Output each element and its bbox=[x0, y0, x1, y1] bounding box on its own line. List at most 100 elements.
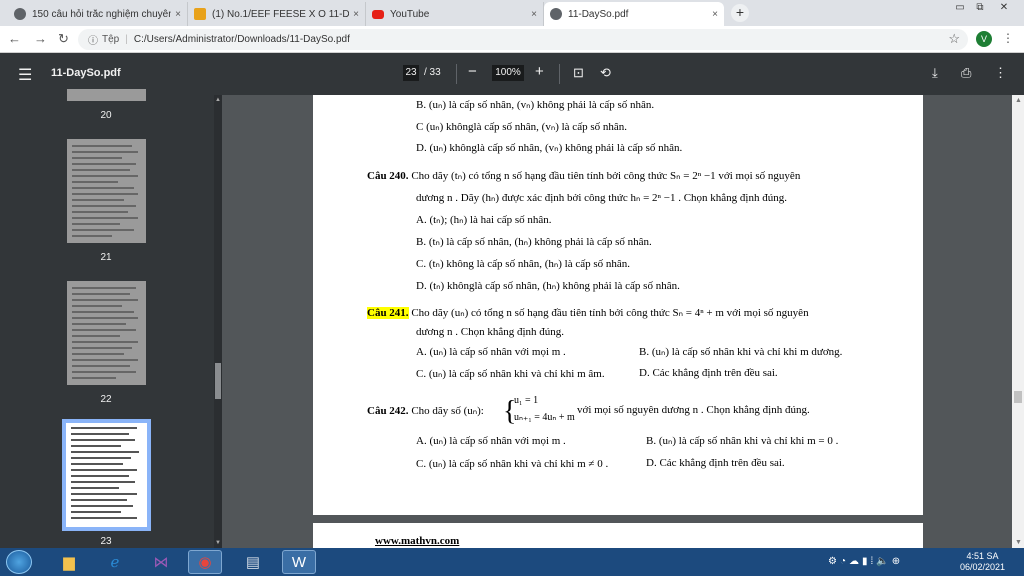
pdf-file-name: 11-DaySo.pdf bbox=[51, 67, 121, 79]
app-window-icon[interactable]: ▤ bbox=[236, 550, 270, 574]
document-scroll-thumb[interactable] bbox=[1014, 391, 1022, 403]
chrome-icon[interactable]: ◉ bbox=[188, 550, 222, 574]
tab-title: 11-DaySo.pdf bbox=[568, 8, 629, 20]
close-tab-icon[interactable]: × bbox=[353, 9, 359, 20]
thumbnail-page-23[interactable] bbox=[62, 419, 151, 531]
taskbar-clock[interactable]: 4:51 SA 06/02/2021 bbox=[960, 551, 1005, 573]
question-text-cont: với mọi số nguyên dương n . Chọn khẳng đ… bbox=[577, 404, 810, 416]
close-window-button[interactable]: ✕ bbox=[992, 0, 1016, 16]
hamburger-menu-icon[interactable]: ☰ bbox=[18, 65, 32, 85]
browser-toolbar: ← → ↻ ⓘ Tệp | C:/Users/Administrator/Dow… bbox=[0, 26, 1024, 53]
reload-icon[interactable]: ↻ bbox=[58, 31, 69, 47]
tab-title: YouTube bbox=[390, 8, 430, 20]
word-icon[interactable]: W bbox=[282, 550, 316, 574]
option-line: B. (uₙ) là cấp số nhân, (vₙ) không phải … bbox=[416, 99, 655, 111]
address-bar[interactable]: ⓘ Tệp | C:/Users/Administrator/Downloads… bbox=[78, 29, 968, 50]
sidebar-scrollbar[interactable]: ▲ ▼ bbox=[214, 95, 222, 548]
pdf-page bbox=[313, 95, 923, 515]
option-d: D. Các khẳng định trên đều sai. bbox=[639, 367, 778, 379]
divider bbox=[559, 64, 560, 84]
question-240: Câu 240. Cho dãy (tₙ) có tổng n số hạng … bbox=[367, 169, 800, 182]
fit-to-page-icon[interactable]: ⊡ bbox=[573, 65, 584, 81]
tab-title: (1) No.1/EEF FEESE X O 11-DaySo bbox=[212, 8, 350, 20]
scroll-up-icon[interactable]: ▲ bbox=[215, 97, 221, 103]
thumbnail-label: 22 bbox=[100, 394, 112, 405]
download-icon[interactable]: ⤓ bbox=[932, 65, 938, 81]
info-icon[interactable]: ⓘ bbox=[88, 32, 98, 47]
clock-date: 06/02/2021 bbox=[960, 562, 1006, 572]
tab-strip: 150 câu hỏi trắc nghiệm chuyên × (1) No.… bbox=[0, 0, 1024, 26]
forward-arrow-icon[interactable]: → bbox=[34, 31, 47, 46]
thumbnail-page-20[interactable] bbox=[67, 89, 146, 101]
option-b: B. (uₙ) là cấp số nhân khi và chỉ khi m … bbox=[639, 346, 843, 358]
tab-title: 150 câu hỏi trắc nghiệm chuyên bbox=[32, 8, 172, 20]
globe-icon bbox=[550, 8, 562, 20]
start-button[interactable] bbox=[6, 550, 32, 574]
thumbnail-page-22[interactable] bbox=[67, 281, 146, 385]
print-icon[interactable]: ⎙ bbox=[961, 65, 971, 81]
option-a: A. (uₙ) là cấp số nhân với mọi m . bbox=[416, 435, 566, 447]
option-b: B. (tₙ) là cấp số nhân, (hₙ) không phải … bbox=[416, 236, 652, 248]
tab-pdf[interactable]: 11-DaySo.pdf × bbox=[544, 2, 724, 26]
site-favicon-icon bbox=[194, 8, 206, 20]
thumbnail-label: 23 bbox=[100, 536, 112, 547]
system-line-1: u₁ = 1 bbox=[514, 395, 539, 406]
option-d: D. Các khẳng định trên đều sai. bbox=[646, 457, 785, 469]
address-divider: | bbox=[125, 34, 128, 45]
option-a: A. (uₙ) là cấp số nhân với mọi m . bbox=[416, 346, 566, 358]
option-c: C. (uₙ) là cấp số nhân khi và chỉ khi m … bbox=[416, 368, 605, 380]
question-242: Câu 242. Cho dãy số (uₙ): bbox=[367, 404, 484, 417]
visual-studio-icon[interactable]: ⋈ bbox=[144, 550, 178, 574]
question-text: Cho dãy (tₙ) có tổng n số hạng đầu tiên … bbox=[411, 170, 801, 182]
profile-avatar[interactable]: V bbox=[976, 31, 992, 47]
close-tab-icon[interactable]: × bbox=[531, 9, 537, 20]
back-arrow-icon[interactable]: ← bbox=[8, 31, 21, 46]
close-tab-icon[interactable]: × bbox=[175, 9, 181, 20]
tab-hoc24[interactable]: (1) No.1/EEF FEESE X O 11-DaySo × bbox=[188, 2, 366, 26]
question-text-cont: dương n . Dãy (hₙ) được xác định bởi côn… bbox=[416, 192, 787, 204]
question-text: Cho dãy (uₙ) có tổng n số hạng đầu tiên … bbox=[411, 307, 809, 319]
option-a: A. (tₙ); (hₙ) là hai cấp số nhân. bbox=[416, 214, 552, 226]
question-text: Cho dãy số (uₙ): bbox=[411, 405, 484, 417]
system-tray[interactable]: ⚙◔☁▮⁞🔈⊕ bbox=[828, 556, 903, 567]
document-scrollbar[interactable]: ▲ ▼ bbox=[1012, 95, 1024, 548]
thumbnail-sidebar: 20 21 22 23 bbox=[0, 89, 222, 548]
thumbnail-label: 21 bbox=[100, 252, 112, 263]
rotate-icon[interactable]: ⟲ bbox=[600, 65, 611, 81]
restore-button[interactable]: ⧉ bbox=[970, 0, 990, 16]
option-c: C. (uₙ) là cấp số nhân khi và chỉ khi m … bbox=[416, 458, 609, 470]
option-c: C. (tₙ) không là cấp số nhân, (hₙ) là cấ… bbox=[416, 258, 631, 270]
windows-taskbar: ▆ ℯ ⋈ ◉ ▤ W ⚙◔☁▮⁞🔈⊕ 4:51 SA 06/02/2021 bbox=[0, 548, 1024, 576]
file-explorer-icon[interactable]: ▆ bbox=[52, 550, 86, 574]
scroll-up-icon[interactable]: ▲ bbox=[1015, 97, 1022, 104]
scroll-down-icon[interactable]: ▼ bbox=[1015, 539, 1022, 546]
bookmark-star-icon[interactable]: ☆ bbox=[948, 31, 960, 47]
minimize-button[interactable]: ▭ bbox=[950, 0, 970, 16]
zoom-out-icon[interactable]: − bbox=[468, 63, 477, 80]
page-footer-url: www.mathvn.com bbox=[375, 535, 460, 547]
divider bbox=[456, 64, 457, 84]
zoom-in-icon[interactable]: + bbox=[535, 63, 544, 80]
address-url: C:/Users/Administrator/Downloads/11-DayS… bbox=[133, 34, 350, 45]
question-label: Câu 241. bbox=[367, 307, 409, 319]
zoom-input[interactable]: 100% bbox=[492, 65, 524, 81]
internet-explorer-icon[interactable]: ℯ bbox=[98, 550, 132, 574]
page-number-input[interactable]: 23 bbox=[403, 65, 419, 81]
youtube-icon bbox=[372, 9, 384, 19]
close-tab-icon[interactable]: × bbox=[712, 9, 718, 20]
scroll-down-icon[interactable]: ▼ bbox=[215, 540, 221, 546]
address-scheme: Tệp bbox=[102, 34, 120, 45]
more-options-icon[interactable]: ⋮ bbox=[994, 65, 1007, 81]
question-text-cont: dương n . Chọn khẳng định đúng. bbox=[416, 326, 565, 338]
globe-icon bbox=[14, 8, 26, 20]
question-label: Câu 240. bbox=[367, 170, 409, 182]
option-d: D. (tₙ) khônglà cấp số nhân, (hₙ) không … bbox=[416, 280, 680, 292]
tab-youtube[interactable]: YouTube × bbox=[366, 2, 544, 26]
thumbnail-page-21[interactable] bbox=[67, 139, 146, 243]
option-line: D. (uₙ) khônglà cấp số nhân, (vₙ) không … bbox=[416, 142, 683, 154]
tab-150-cau-hoi[interactable]: 150 câu hỏi trắc nghiệm chuyên × bbox=[8, 2, 188, 26]
new-tab-button[interactable]: + bbox=[731, 4, 749, 22]
sidebar-scroll-thumb[interactable] bbox=[215, 363, 221, 399]
browser-menu-icon[interactable]: ⋮ bbox=[1002, 31, 1014, 45]
pdf-toolbar: ☰ 11-DaySo.pdf 23 / 33 − 100% + ⊡ ⟲ ⤓ ⎙ … bbox=[0, 53, 1024, 95]
